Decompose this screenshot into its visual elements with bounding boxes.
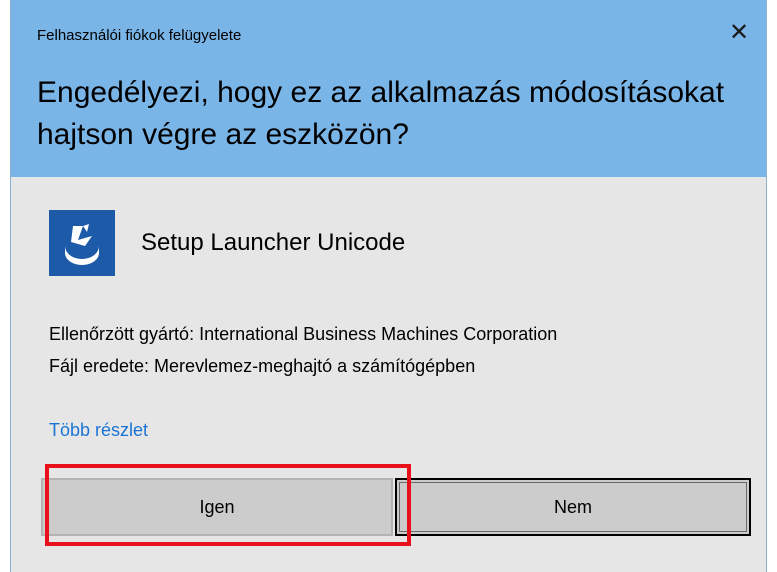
publisher-line: Ellenőrzött gyártó: International Busine… [49, 324, 558, 344]
uac-dialog: Felhasználói fiókok felügyelete ✕ Engedé… [10, 0, 767, 572]
no-button[interactable]: Nem [395, 478, 751, 536]
app-name: Setup Launcher Unicode [141, 229, 406, 256]
yes-button[interactable]: Igen [41, 478, 393, 536]
no-button-label: Nem [553, 496, 592, 517]
app-info-row: Setup Launcher Unicode [49, 210, 405, 276]
window-title: Felhasználói fiókok felügyelete [37, 27, 242, 44]
setup-launcher-icon [49, 210, 115, 276]
permission-question: Engedélyezi, hogy ez az alkalmazás módos… [37, 76, 725, 151]
close-button[interactable]: ✕ [726, 20, 752, 46]
yes-button-label: Igen [199, 496, 235, 517]
dialog-header: Felhasználói fiókok felügyelete ✕ Engedé… [11, 0, 766, 177]
more-details-link[interactable]: Több részlet [49, 420, 148, 441]
publisher-info: Ellenőrzött gyártó: International Busine… [49, 318, 557, 382]
file-origin-line: Fájl eredete: Merevlemez-meghajtó a szám… [49, 356, 476, 376]
close-icon: ✕ [728, 19, 750, 46]
